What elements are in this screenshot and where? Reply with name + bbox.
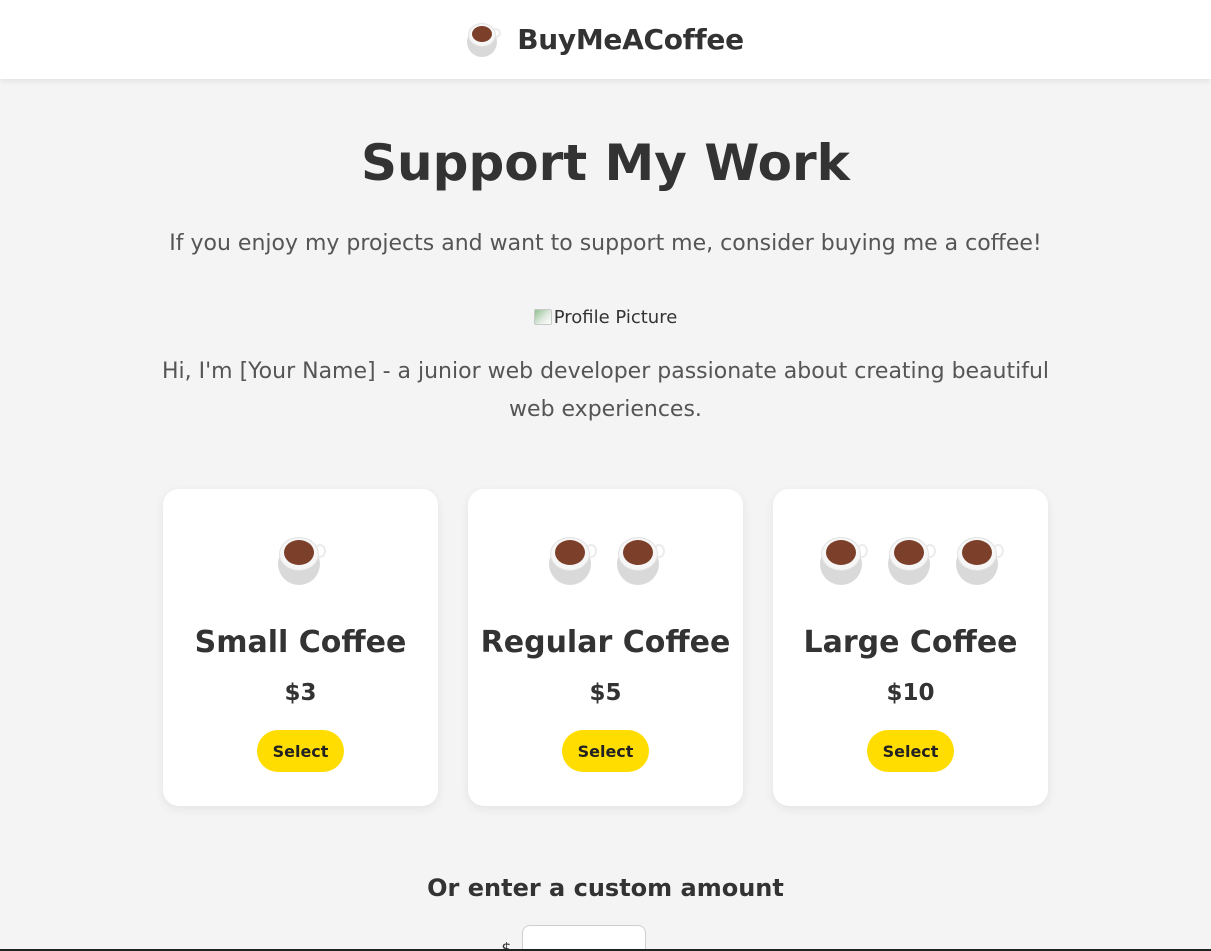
select-large-button[interactable]: Select: [867, 730, 954, 772]
tier-price: $5: [589, 680, 622, 706]
coffee-cup-icon: [277, 537, 326, 585]
top-header: BuyMeACoffee: [0, 0, 1211, 79]
broken-image-icon: [533, 309, 552, 325]
brand[interactable]: BuyMeACoffee: [467, 22, 744, 57]
custom-amount-heading: Or enter a custom amount: [427, 874, 784, 902]
page-title: Support My Work: [361, 134, 850, 192]
coffee-cup-icon: [467, 22, 502, 57]
tier-card-large: Large Coffee $10 Select: [773, 489, 1048, 806]
coffee-cup-icon: [616, 537, 665, 585]
profile-picture-alt: Profile Picture: [553, 306, 678, 328]
select-small-button[interactable]: Select: [257, 730, 344, 772]
tier-card-regular: Regular Coffee $5 Select: [468, 489, 743, 806]
select-regular-button[interactable]: Select: [562, 730, 649, 772]
cup-icons: [277, 537, 326, 585]
tier-price: $10: [886, 680, 935, 706]
tier-price: $3: [284, 680, 317, 706]
coffee-cup-icon: [548, 537, 597, 585]
tier-name: Large Coffee: [803, 625, 1018, 660]
bio-text: Hi, I'm [Your Name] - a junior web devel…: [161, 359, 1050, 422]
cup-icons: [548, 537, 665, 585]
custom-amount-input[interactable]: [521, 925, 646, 951]
profile-picture: Profile Picture: [0, 305, 1211, 329]
coffee-cup-icon: [819, 537, 868, 585]
brand-name: BuyMeACoffee: [517, 23, 744, 56]
coffee-cup-icon: [887, 537, 936, 585]
tier-name: Regular Coffee: [480, 625, 731, 660]
tier-card-small: Small Coffee $3 Select: [163, 489, 438, 806]
intro-text: If you enjoy my projects and want to sup…: [169, 231, 1042, 256]
tier-name: Small Coffee: [194, 625, 407, 660]
custom-amount-row: $: [0, 925, 1211, 951]
cup-icons: [819, 537, 1004, 585]
main-content: Support My Work If you enjoy my projects…: [0, 133, 1211, 904]
coffee-tiers: Small Coffee $3 Select Regular Coffee $5…: [0, 489, 1211, 806]
coffee-cup-icon: [955, 537, 1004, 585]
